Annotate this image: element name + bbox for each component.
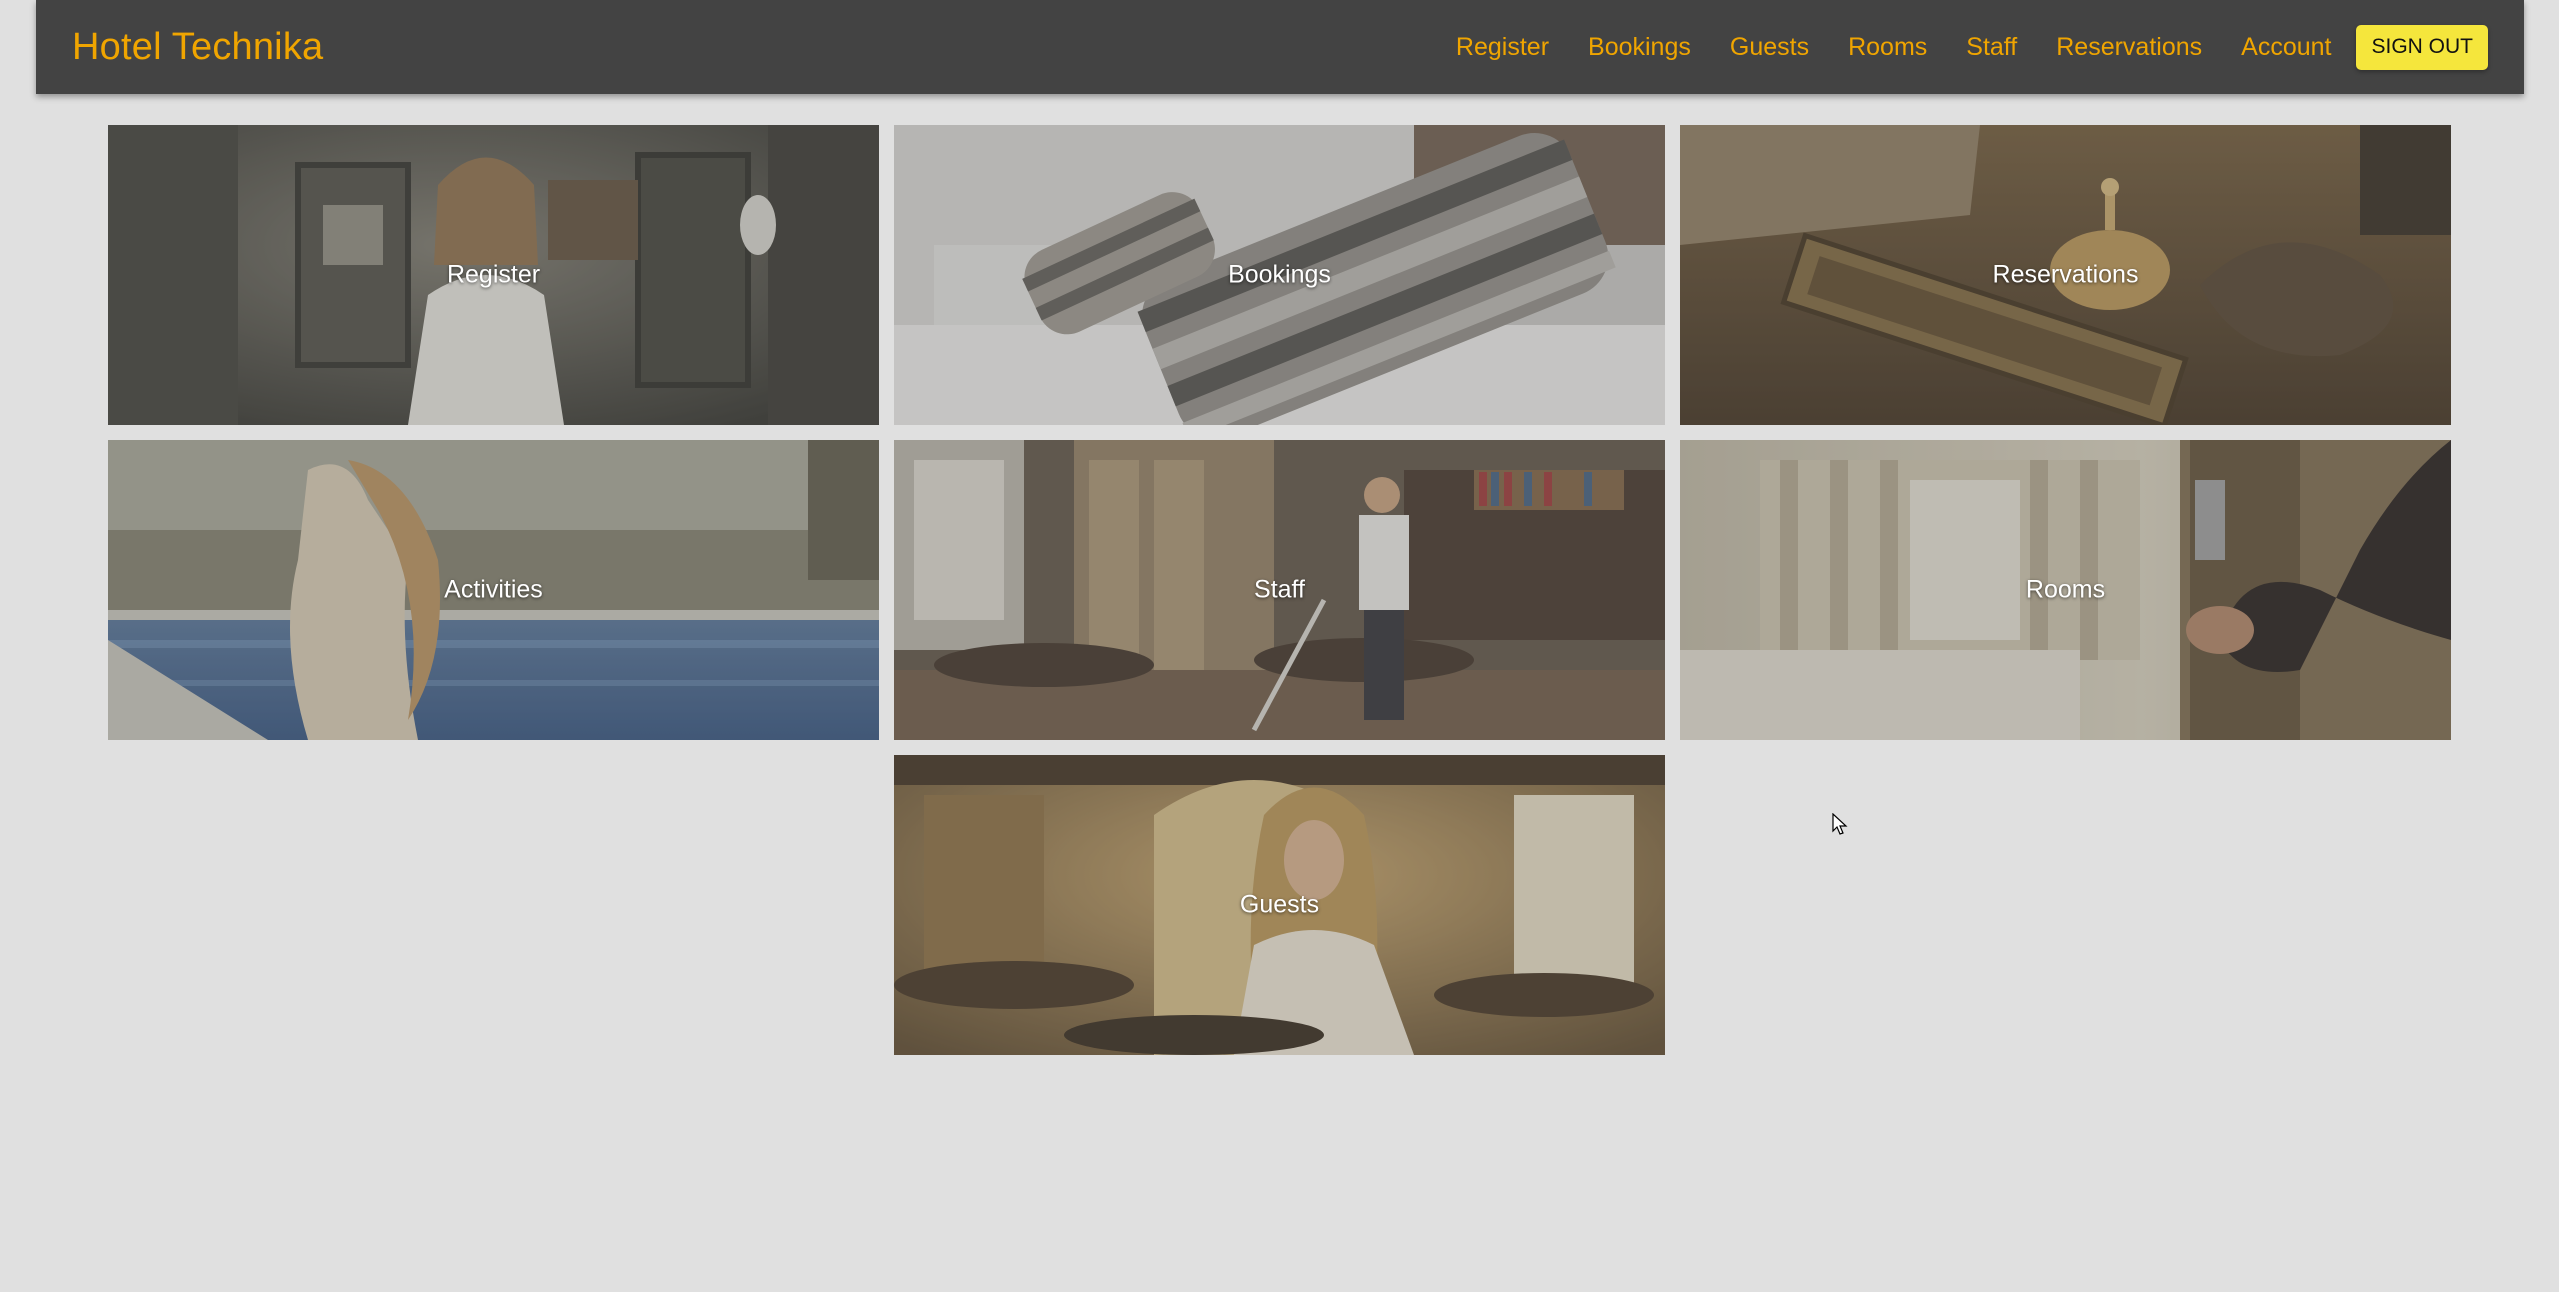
tile-staff[interactable]: Staff [894, 440, 1665, 740]
nav-link-account[interactable]: Account [2241, 33, 2331, 62]
nav-link-register[interactable]: Register [1456, 33, 1549, 62]
top-navbar: Hotel Technika Register Bookings Guests … [36, 0, 2524, 94]
tile-activities[interactable]: Activities [108, 440, 879, 740]
sign-out-button[interactable]: SIGN OUT [2356, 24, 2488, 70]
nav-link-staff[interactable]: Staff [1966, 33, 2017, 62]
nav-links: Register Bookings Guests Rooms Staff Res… [1417, 24, 2488, 70]
nav-link-bookings[interactable]: Bookings [1588, 33, 1691, 62]
tile-label-register: Register [446, 260, 541, 289]
tile-register[interactable]: Register [108, 125, 879, 425]
tile-label-bookings: Bookings [1228, 260, 1331, 289]
tile-label-activities: Activities [444, 575, 543, 604]
tile-reservations[interactable]: Reservations [1680, 125, 2451, 425]
tile-bookings[interactable]: Bookings [894, 125, 1665, 425]
tile-guests[interactable]: Guests [894, 755, 1665, 1055]
nav-link-guests[interactable]: Guests [1730, 33, 1809, 62]
tile-label-reservations: Reservations [1992, 260, 2139, 289]
mouse-cursor-icon [1832, 813, 1848, 835]
tile-label-rooms: Rooms [2025, 575, 2106, 604]
nav-link-reservations[interactable]: Reservations [2056, 33, 2202, 62]
tile-label-guests: Guests [1239, 890, 1320, 919]
tile-rooms[interactable]: Rooms [1680, 440, 2451, 740]
nav-link-rooms[interactable]: Rooms [1848, 33, 1927, 62]
brand-logo-text[interactable]: Hotel Technika [72, 26, 323, 69]
tile-label-staff: Staff [1254, 575, 1305, 604]
